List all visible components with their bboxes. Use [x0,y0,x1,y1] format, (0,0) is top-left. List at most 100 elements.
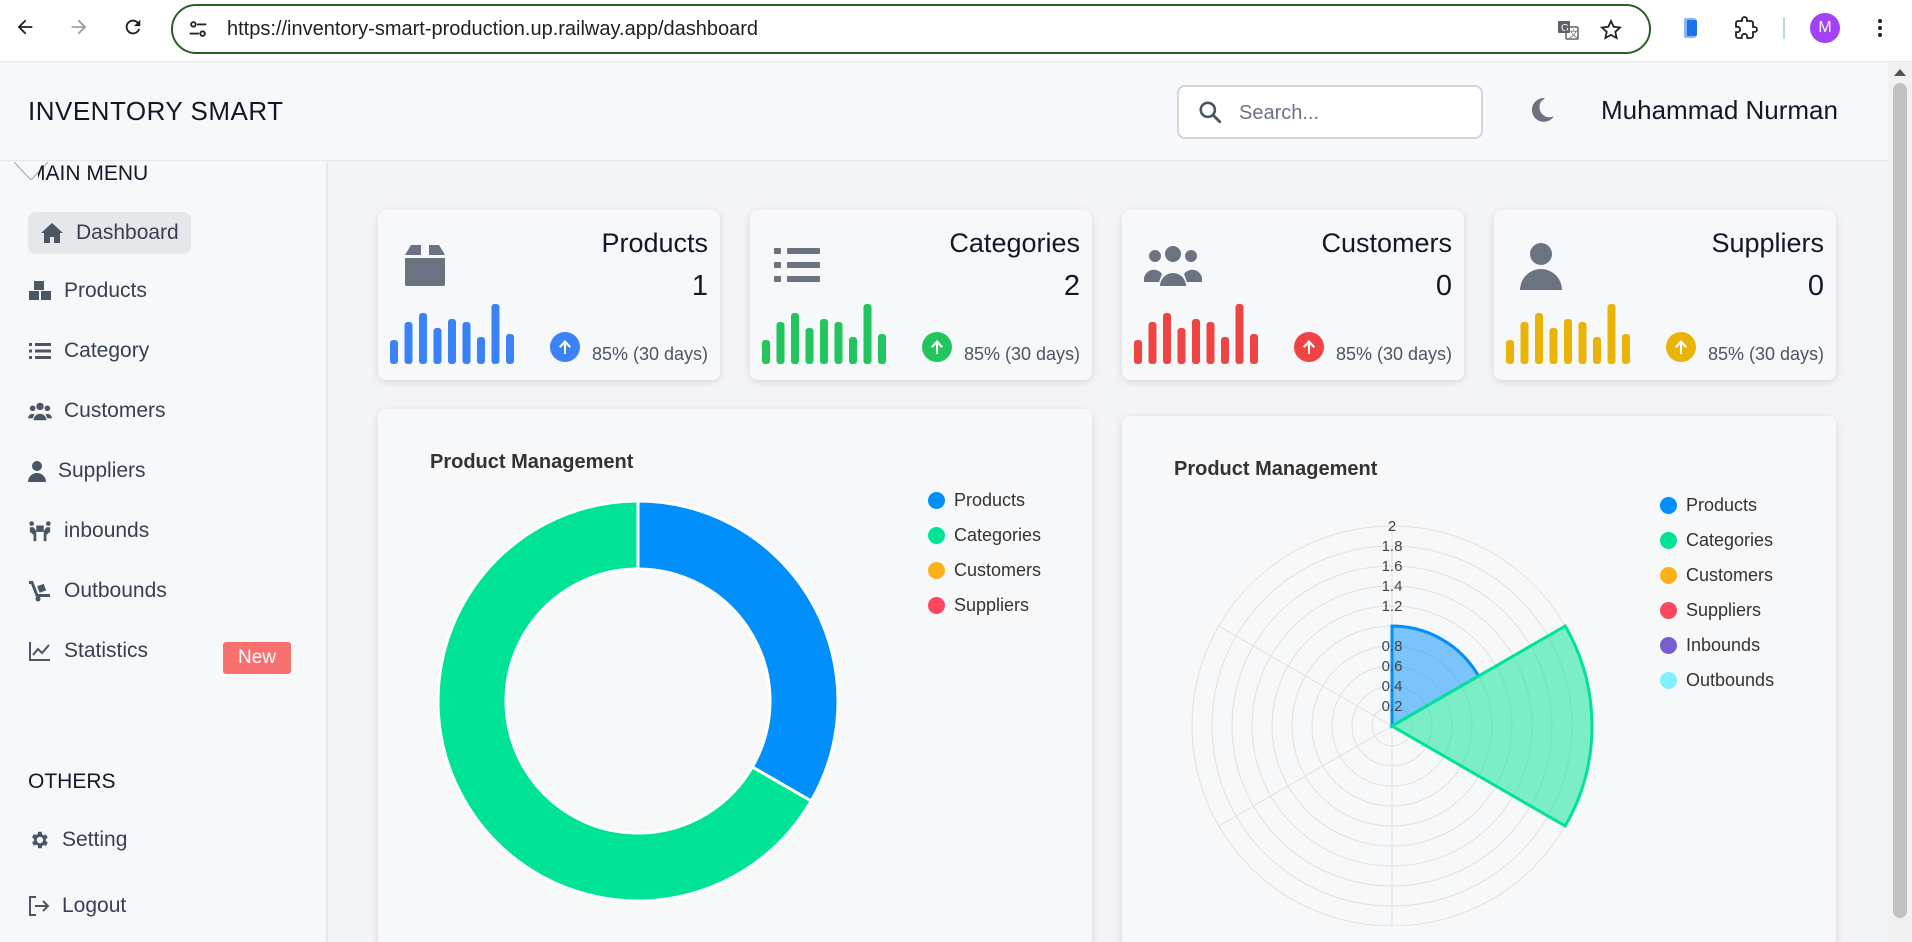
stat-value: 0 [1435,270,1452,302]
stat-card-categories[interactable]: Categories 2 85% (30 days) [750,210,1092,380]
sidebar-item-label: Products [64,279,147,302]
users-icon [1144,246,1202,286]
browser-menu-button[interactable] [1866,14,1894,42]
back-button[interactable] [10,12,40,42]
legend-dot [928,527,945,544]
legend-label: Suppliers [1686,600,1762,620]
sidebar-item-label: Outbounds [64,579,167,602]
sidebar-item-category[interactable]: Category [28,330,149,372]
legend-item[interactable]: Suppliers [928,588,1041,623]
stat-card-products[interactable]: Products 1 85% (30 days) [378,210,720,380]
sidebar-item-logout[interactable]: Logout [28,885,126,927]
sidebar-item-label: Customers [64,399,166,422]
chart-line-icon [28,639,52,663]
legend-dot [1660,637,1677,654]
legend-item[interactable]: Suppliers [1660,593,1774,628]
stat-label: Products [601,228,708,258]
reload-button[interactable] [118,12,148,42]
site-settings-icon[interactable] [187,18,209,40]
url-text[interactable]: https://inventory-smart-production.up.ra… [227,18,758,41]
stat-card-customers[interactable]: Customers 0 85% (30 days) [1122,210,1464,380]
moon-icon[interactable] [1527,95,1557,125]
user-name[interactable]: Muhammad Nurman [1601,95,1838,126]
search-box[interactable] [1177,85,1483,139]
sidebar-item-inbounds[interactable]: inbounds [28,510,149,552]
toolbar-divider [1783,17,1785,39]
sidebar-item-customers[interactable]: Customers [28,390,166,432]
sidebar-item-statistics[interactable]: Statistics [28,630,148,672]
sparkline-bar [1148,322,1157,364]
stat-value: 1 [691,270,708,302]
sidebar-item-label: inbounds [64,519,150,542]
legend-item[interactable]: Customers [1660,558,1774,593]
sparkline-bar [1520,322,1529,364]
sparkline-bar [404,322,413,364]
sidebar-item-outbounds[interactable]: Outbounds [28,570,167,612]
legend-dot [1660,672,1677,689]
chart-title: Product Management [1174,458,1378,480]
app-header: INVENTORY SMART Muhammad Nurman [0,63,1888,161]
dolly-icon [28,579,52,603]
people-carry-icon [28,519,52,543]
legend-item[interactable]: Inbounds [1660,628,1774,663]
sparkline-bar [791,313,799,364]
legend-dot [928,492,945,509]
legend-item[interactable]: Categories [928,518,1041,553]
users-icon [28,399,52,423]
sparkline-bar [834,322,843,364]
trend-text: 85% (30 days) [591,344,708,364]
sparkline-bar [1506,340,1514,364]
sidebar-item-label: Suppliers [58,459,146,482]
scroll-up-arrow[interactable] [1894,69,1906,76]
box-icon [405,245,445,286]
stat-card-suppliers[interactable]: Suppliers 0 85% (30 days) [1494,210,1836,380]
search-input[interactable] [1239,99,1469,127]
page-scrollbar[interactable] [1888,63,1912,942]
polar-tick-label: 2 [1388,518,1396,535]
arrow-left-icon [17,19,33,35]
extensions-button[interactable] [1732,14,1760,42]
kebab-menu-icon [1878,19,1882,37]
main-menu-heading: MAIN MENU [28,162,149,185]
legend-item[interactable]: Categories [1660,523,1774,558]
forward-button[interactable] [64,12,94,42]
profile-avatar[interactable]: M [1810,13,1840,43]
sidebar-item-dashboard[interactable]: Dashboard [28,212,191,254]
sparkline-bar [390,340,398,364]
sidebar-item-suppliers[interactable]: Suppliers [28,450,146,492]
new-badge: New [223,642,291,674]
arrow-up-icon [1294,332,1324,362]
svg-text:文: 文 [1569,28,1578,39]
list-icon [28,339,52,363]
donut-slice-products[interactable] [636,501,840,804]
legend-dot [1660,567,1677,584]
legend-dot [1660,602,1677,619]
sparkline-bar [433,328,442,364]
polar-tick-label: 1.8 [1382,538,1403,555]
browser-toolbar: https://inventory-smart-production.up.ra… [0,0,1912,62]
brand-title[interactable]: INVENTORY SMART [28,96,284,127]
polar-area-chart[interactable]: 0.2 0.4 0.6 0.8 1.2 1.4 1.6 1.8 2 [1182,486,1602,926]
extension-phone-button[interactable] [1677,14,1705,42]
sidebar-item-products[interactable]: Products [28,270,147,312]
sparkline-bar [1578,322,1587,364]
donut-chart[interactable] [438,501,858,921]
scroll-thumb[interactable] [1893,83,1907,918]
sidebar-item-setting[interactable]: Setting [28,819,127,861]
legend-label: Customers [1686,565,1774,585]
address-bar[interactable]: https://inventory-smart-production.up.ra… [171,4,1651,54]
user-icon [1520,243,1562,290]
translate-icon[interactable]: G文 [1556,18,1580,42]
trend-text: 85% (30 days) [1335,344,1452,364]
legend-item[interactable]: Products [1660,488,1774,523]
stat-label: Categories [949,228,1080,258]
sparkline-bar [1549,328,1558,364]
legend-item[interactable]: Products [928,483,1041,518]
polar-tick-label: 0.6 [1382,658,1403,675]
stat-value: 0 [1807,270,1824,302]
legend-item[interactable]: Customers [928,553,1041,588]
sparkline-bar [1192,319,1200,364]
bookmark-star-icon[interactable] [1599,18,1623,42]
legend-item[interactable]: Outbounds [1660,663,1774,698]
sparkline-bar [863,304,872,364]
